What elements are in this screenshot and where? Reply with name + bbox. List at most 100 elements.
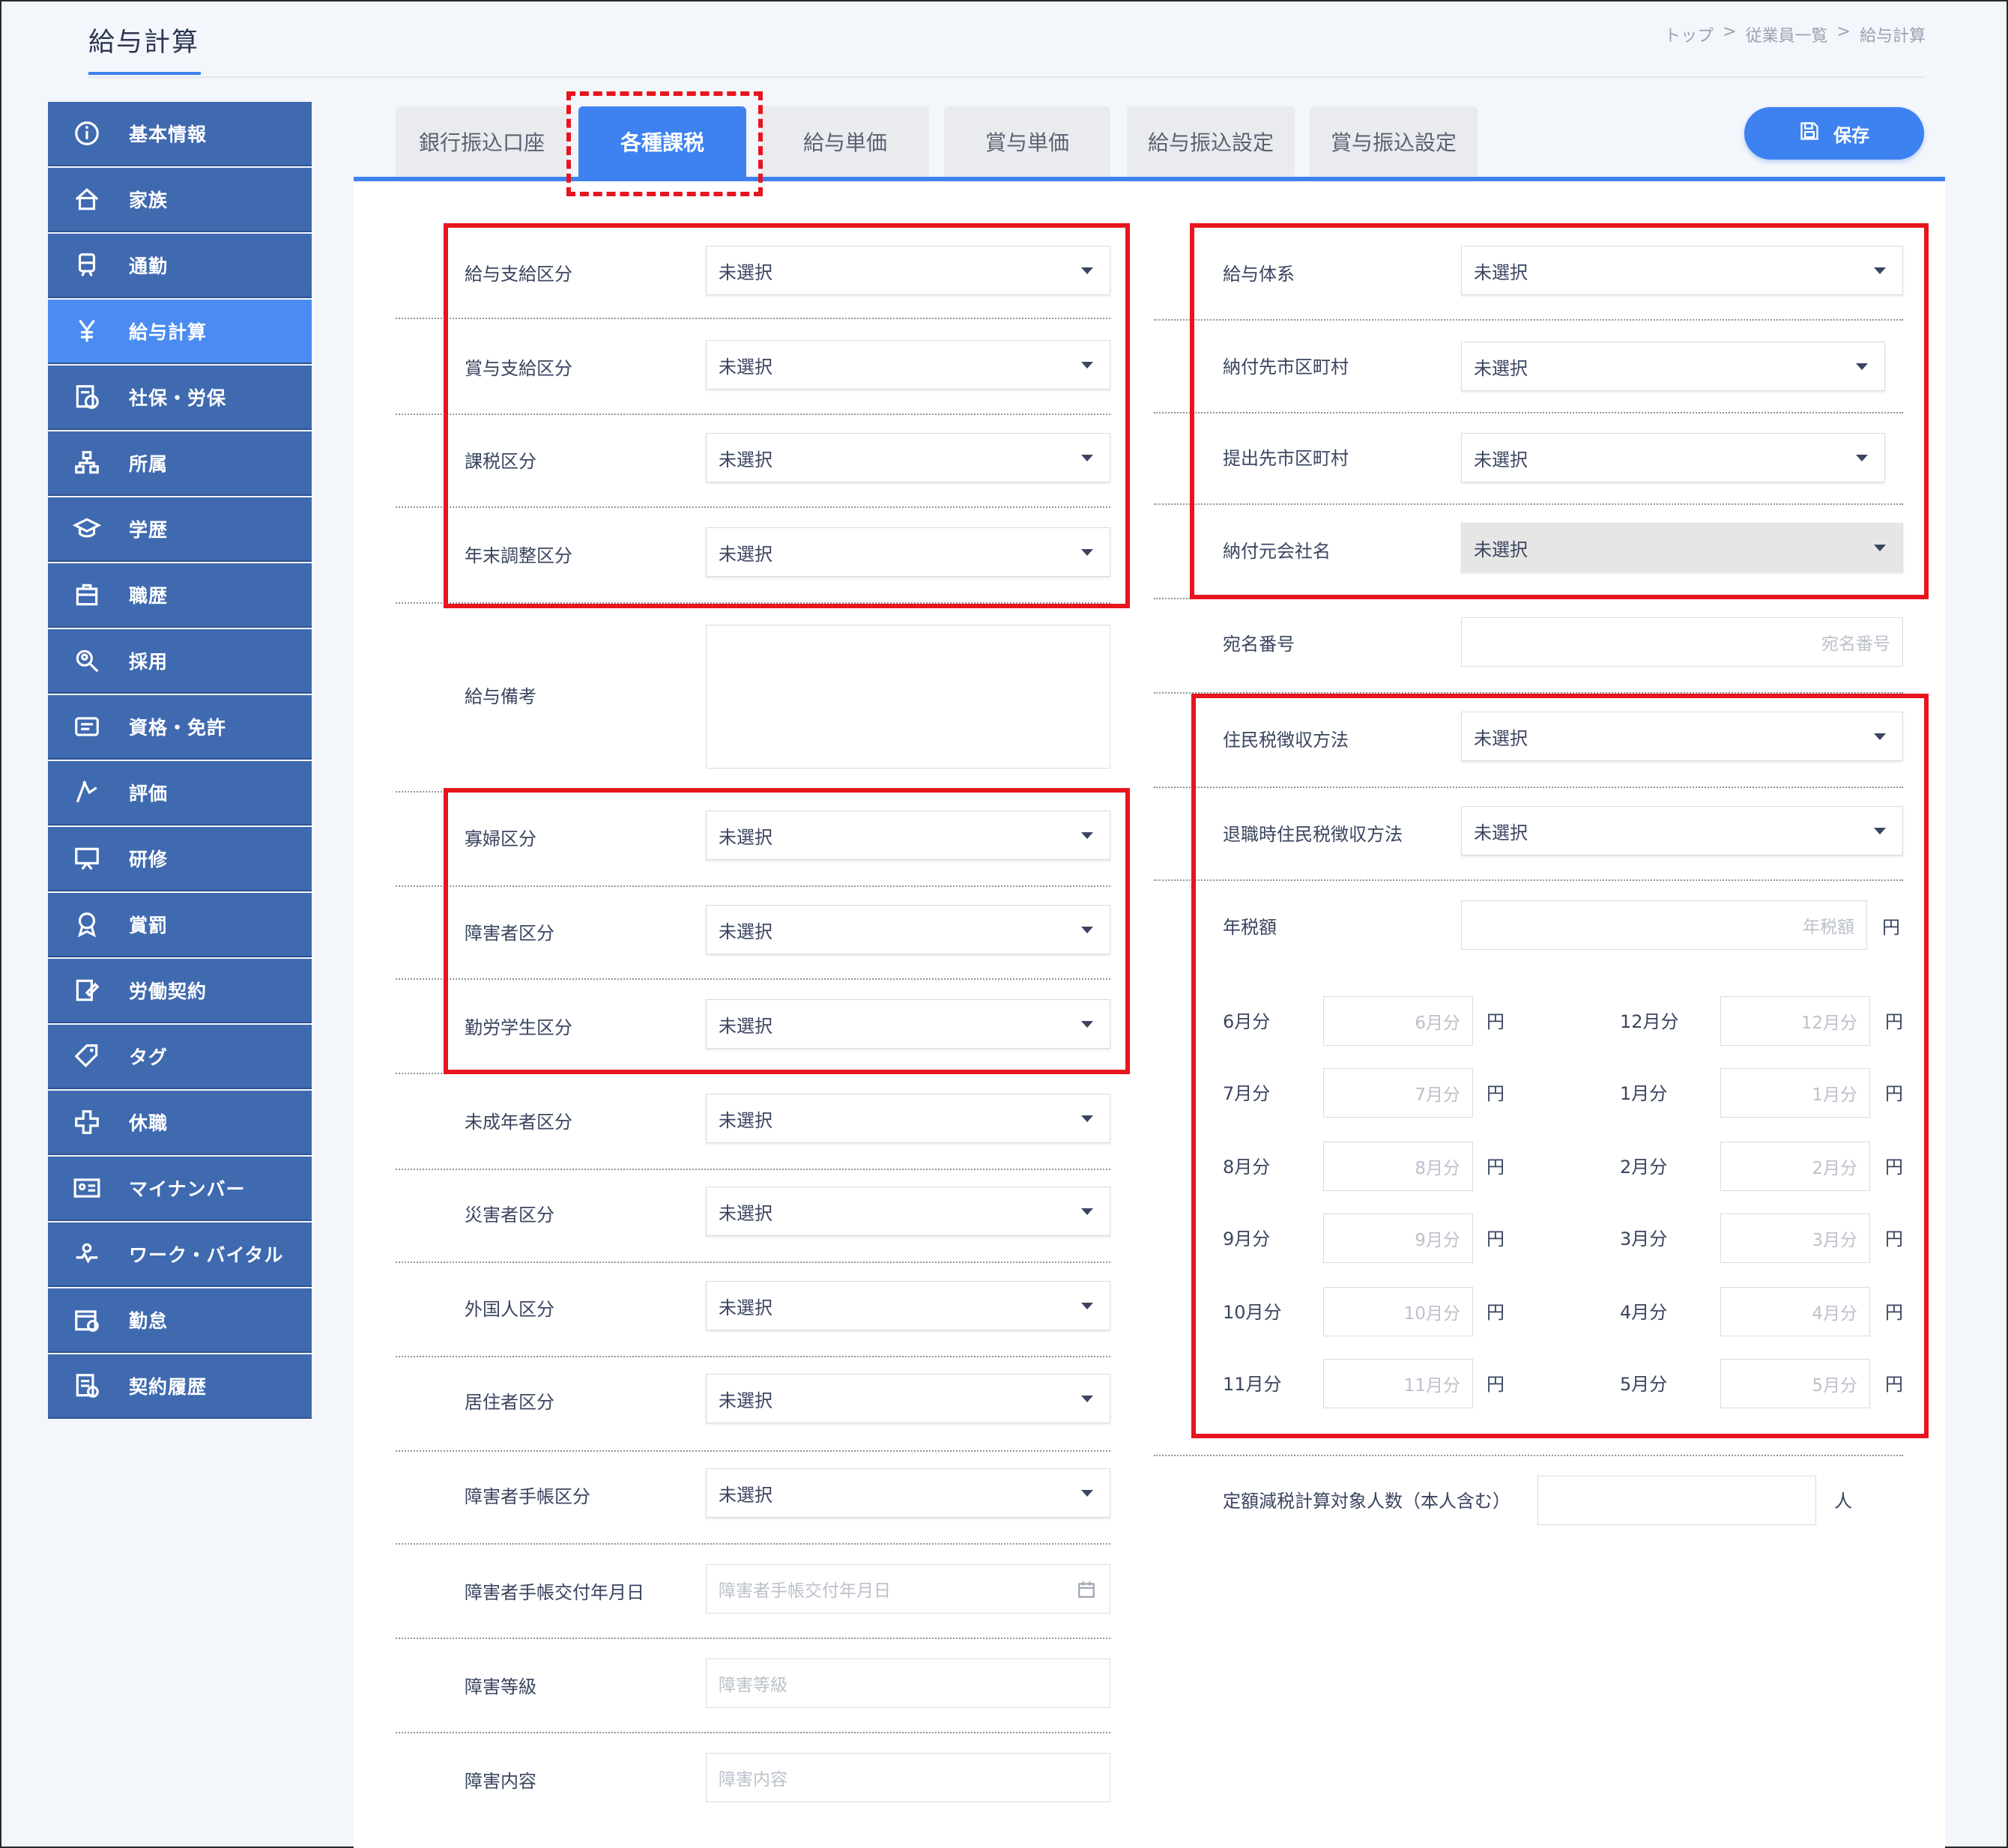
label-disability_handbook_type: 障害者手帳区分 [465, 1486, 590, 1507]
label-handbook-issue-date: 障害者手帳交付年月日 [465, 1582, 644, 1603]
breadcrumb-top[interactable]: トップ [1664, 22, 1714, 46]
sidebar-item-label: 評価 [129, 783, 169, 805]
sidebar-item-9[interactable]: 資格・免許 [48, 695, 312, 758]
address-number-input-placeholder: 宛名番号 [1821, 634, 1890, 654]
select-foreigner_type[interactable]: 未選択 [706, 1281, 1110, 1330]
highlight-right-bottom [1191, 694, 1929, 1438]
fixed-reduction-count-input[interactable] [1537, 1476, 1816, 1525]
select-minor_type[interactable]: 未選択 [706, 1094, 1110, 1143]
sidebar-item-12[interactable]: 賞罰 [48, 893, 312, 956]
chevron-down-icon [1081, 1303, 1093, 1309]
graduation-cap-icon [70, 512, 103, 545]
sidebar-item-5[interactable]: 所属 [48, 431, 312, 494]
info-icon [70, 117, 103, 150]
sidebar-item-18[interactable]: 勤怠 [48, 1288, 312, 1351]
page-title: 給与計算 [88, 28, 200, 58]
recruit-search-icon [70, 644, 103, 677]
save-button[interactable]: 保存 [1744, 107, 1924, 160]
sidebar-item-15[interactable]: 休職 [48, 1091, 312, 1154]
sidebar-item-label: 休職 [129, 1112, 169, 1134]
sidebar-item-13[interactable]: 労働契約 [48, 959, 312, 1022]
org-chart-icon [70, 446, 103, 479]
sidebar-item-label: 契約履歴 [129, 1376, 208, 1398]
sidebar-item-16[interactable]: マイナンバー [48, 1157, 312, 1220]
train-icon [70, 249, 103, 282]
save-label: 保存 [1833, 124, 1869, 146]
sidebar-item-label: 賞罰 [129, 915, 169, 936]
salary-note-textarea[interactable] [706, 625, 1110, 769]
highlight-left-top [444, 223, 1130, 608]
breadcrumb-employee-list[interactable]: 従業員一覧 [1746, 22, 1828, 46]
row-divider [396, 1450, 1110, 1452]
house-icon [70, 183, 103, 216]
medical-cross-icon [70, 1106, 103, 1139]
breadcrumb: トップ > 従業員一覧 > 給与計算 [1664, 22, 1926, 46]
select-disability_handbook_type[interactable]: 未選択 [706, 1468, 1110, 1518]
tab-bank-account[interactable]: 銀行振込口座 [396, 106, 568, 177]
label-disability-grade: 障害等級 [465, 1676, 536, 1697]
disability-grade-input[interactable]: 障害等級 [706, 1658, 1110, 1708]
label-address-number: 宛名番号 [1223, 634, 1295, 655]
sidebar-item-10[interactable]: 評価 [48, 761, 312, 824]
label-disaster_type: 災害者区分 [465, 1205, 554, 1226]
sidebar-item-7[interactable]: 職歴 [48, 563, 312, 626]
contract-edit-icon [70, 974, 103, 1007]
tab-salary-unit-price[interactable]: 給与単価 [761, 106, 929, 177]
sidebar-item-6[interactable]: 学歴 [48, 497, 312, 560]
sidebar-item-label: マイナンバー [129, 1178, 246, 1200]
select-resident_type[interactable]: 未選択 [706, 1374, 1110, 1423]
sidebar-item-0[interactable]: 基本情報 [48, 102, 312, 165]
tab-bonus-transfer-settings[interactable]: 賞与振込設定 [1310, 106, 1478, 177]
row-divider [396, 1261, 1110, 1263]
tab-salary-transfer-settings[interactable]: 給与振込設定 [1127, 106, 1295, 177]
sidebar-item-label: 家族 [129, 190, 169, 211]
sidebar-item-14[interactable]: タグ [48, 1025, 312, 1088]
sidebar-item-label: 基本情報 [129, 124, 208, 145]
row-divider [1154, 1455, 1903, 1456]
calendar-clock-icon [70, 1303, 103, 1336]
sidebar-item-label: 勤怠 [129, 1310, 169, 1332]
sidebar-item-3[interactable]: 給与計算 [48, 300, 312, 363]
sidebar-item-4[interactable]: 社保・労保 [48, 366, 312, 428]
calendar-icon[interactable] [1077, 1580, 1096, 1599]
select-disability_handbook_type-value: 未選択 [719, 1484, 772, 1506]
disability-grade-input-placeholder: 障害等級 [719, 1676, 787, 1695]
chevron-down-icon [1081, 1490, 1093, 1497]
sidebar-item-2[interactable]: 通勤 [48, 234, 312, 297]
select-resident_type-value: 未選択 [719, 1390, 772, 1411]
evaluation-icon [70, 776, 103, 809]
sidebar-item-label: 社保・労保 [129, 387, 227, 409]
select-foreigner_type-value: 未選択 [719, 1297, 772, 1318]
header-divider [88, 76, 1926, 78]
label-disability-content: 障害内容 [465, 1771, 536, 1792]
tag-icon [70, 1040, 103, 1073]
sidebar-item-17[interactable]: ワーク・バイタル [48, 1223, 312, 1285]
save-icon [1799, 121, 1820, 146]
handbook-issue-date-input[interactable]: 障害者手帳交付年月日 [706, 1564, 1110, 1614]
sidebar-item-label: 研修 [129, 849, 169, 870]
label-fixed-reduction: 定額減税計算対象人数（本人含む） [1223, 1491, 1510, 1512]
award-icon [70, 908, 103, 941]
select-disaster_type-value: 未選択 [719, 1202, 772, 1224]
breadcrumb-current: 給与計算 [1859, 27, 1926, 46]
sidebar-item-11[interactable]: 研修 [48, 827, 312, 890]
title-underline [88, 72, 201, 75]
sidebar-item-1[interactable]: 家族 [48, 168, 312, 231]
disability-content-input-placeholder: 障害内容 [719, 1770, 787, 1790]
address-number-input[interactable]: 宛名番号 [1461, 617, 1903, 667]
sidebar-item-label: 労働契約 [129, 981, 208, 1002]
tab-bonus-unit-price[interactable]: 賞与単価 [944, 106, 1110, 177]
person-unit: 人 [1834, 1491, 1852, 1512]
label-minor_type: 未成年者区分 [465, 1112, 572, 1133]
sidebar-item-19[interactable]: 契約履歴 [48, 1354, 312, 1417]
handbook-issue-date-input-placeholder: 障害者手帳交付年月日 [719, 1581, 891, 1601]
briefcase-icon [70, 578, 103, 611]
yen-icon [70, 315, 103, 348]
insurance-icon [70, 381, 103, 413]
sidebar-item-label: 資格・免許 [129, 717, 227, 739]
disability-content-input[interactable]: 障害内容 [706, 1753, 1110, 1802]
sidebar-item-8[interactable]: 採用 [48, 629, 312, 692]
row-divider [396, 1732, 1110, 1733]
select-disaster_type[interactable]: 未選択 [706, 1187, 1110, 1236]
row-divider [396, 1543, 1110, 1545]
